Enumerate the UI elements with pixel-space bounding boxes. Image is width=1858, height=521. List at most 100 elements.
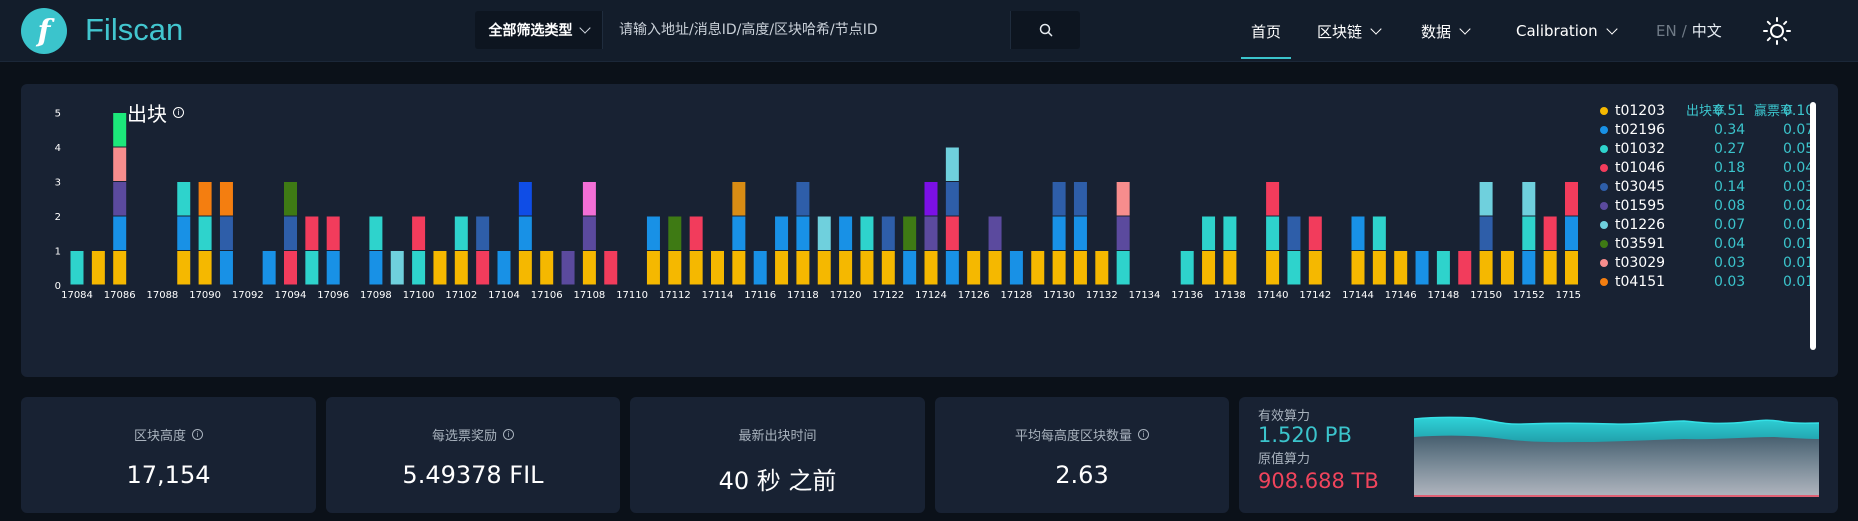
bar-segment[interactable] [1095,251,1109,285]
bar-segment[interactable] [1522,251,1536,285]
bar-segment[interactable] [796,182,810,216]
search-input[interactable] [603,11,1010,49]
bar-segment[interactable] [1372,216,1386,251]
lang-zh[interactable]: 中文 [1692,22,1722,40]
bar-segment[interactable] [924,216,938,251]
bar-segment[interactable] [1308,251,1322,285]
bar-segment[interactable] [945,182,959,216]
bar-segment[interactable] [945,251,959,285]
bar-segment[interactable] [1458,251,1472,285]
info-icon[interactable]: i [192,429,203,440]
bar-segment[interactable] [1180,251,1194,285]
bar-segment[interactable] [1522,216,1536,251]
bar-segment[interactable] [582,251,596,285]
bar-segment[interactable] [775,216,789,251]
bar-segment[interactable] [711,251,724,285]
bar-segment[interactable] [817,216,831,251]
bar-segment[interactable] [177,251,191,285]
nav-data[interactable]: 数据 [1421,0,1471,62]
bar-segment[interactable] [198,216,212,251]
bar-segment[interactable] [1223,216,1237,251]
bar-segment[interactable] [1479,216,1493,251]
bar-segment[interactable] [796,251,810,285]
bar-segment[interactable] [1223,251,1237,285]
bar-segment[interactable] [476,251,490,285]
bar-segment[interactable] [326,251,340,285]
bar-segment[interactable] [1565,216,1578,251]
bar-segment[interactable] [775,251,789,285]
bar-segment[interactable] [732,216,746,251]
bar-segment[interactable] [1073,216,1087,251]
bar-segment[interactable] [839,251,853,285]
bar-segment[interactable] [390,251,404,285]
bar-segment[interactable] [924,251,938,285]
brand-name[interactable]: Filscan [85,12,183,48]
bar-segment[interactable] [497,251,511,285]
bar-segment[interactable] [732,182,746,216]
bar-segment[interactable] [1202,251,1216,285]
bar-segment[interactable] [604,251,618,285]
bar-segment[interactable] [177,216,191,251]
bar-segment[interactable] [1372,251,1386,285]
bar-segment[interactable] [1266,251,1280,285]
filter-type-select[interactable]: 全部筛选类型 [475,11,603,49]
bar-segment[interactable] [219,251,233,285]
bar-segment[interactable] [198,182,212,216]
bar-segment[interactable] [1202,216,1216,251]
bar-segment[interactable] [1116,216,1130,251]
legend-item-t03029[interactable]: t03029 0.03 0.01 [1600,254,1814,272]
bar-segment[interactable] [1479,251,1493,285]
bar-segment[interactable] [540,251,554,285]
bar-segment[interactable] [284,182,297,216]
bar-segment[interactable] [1543,216,1557,251]
bar-segment[interactable] [369,251,383,285]
bar-segment[interactable] [518,251,532,285]
bar-segment[interactable] [881,216,895,251]
bar-segment[interactable] [646,216,660,251]
bar-segment[interactable] [1522,182,1536,216]
bar-segment[interactable] [433,251,447,285]
bar-segment[interactable] [1052,251,1066,285]
bar-segment[interactable] [924,182,938,216]
legend-item-t02196[interactable]: t02196 0.34 0.07 [1600,121,1814,139]
info-icon[interactable]: i [1138,429,1149,440]
bar-segment[interactable] [967,251,981,285]
bar-segment[interactable] [1394,251,1408,285]
bar-segment[interactable] [1351,216,1365,251]
bar-segment[interactable] [284,216,297,251]
bar-segment[interactable] [561,251,575,285]
info-icon[interactable]: i [503,429,514,440]
bar-segment[interactable] [305,251,319,285]
bar-segment[interactable] [1052,216,1066,251]
bar-segment[interactable] [198,251,212,285]
nav-network[interactable]: Calibration [1516,0,1618,62]
bar-segment[interactable] [219,182,233,216]
legend-item-t01046[interactable]: t01046 0.18 0.04 [1600,159,1814,177]
bar-segment[interactable] [113,182,127,216]
bar-segment[interactable] [839,216,853,251]
bar-segment[interactable] [860,251,874,285]
bar-segment[interactable] [582,216,596,251]
bar-segment[interactable] [1415,251,1429,285]
bar-segment[interactable] [284,251,297,285]
bar-segment[interactable] [860,216,874,251]
legend-item-t01226[interactable]: t01226 0.07 0.01 [1600,216,1814,234]
bar-segment[interactable] [70,251,84,285]
search-button[interactable] [1010,11,1080,49]
bar-segment[interactable] [1351,251,1365,285]
nav-blockchain[interactable]: 区块链 [1317,0,1382,62]
bar-segment[interactable] [1543,251,1557,285]
bar-segment[interactable] [1308,216,1322,251]
legend-item-t03045[interactable]: t03045 0.14 0.03 [1600,178,1814,196]
bar-segment[interactable] [113,216,127,251]
bar-segment[interactable] [945,216,959,251]
bar-segment[interactable] [668,251,682,285]
bar-segment[interactable] [91,251,105,285]
bar-segment[interactable] [668,216,682,251]
bar-segment[interactable] [817,251,831,285]
bar-segment[interactable] [1565,182,1578,216]
bar-segment[interactable] [1500,251,1514,285]
bar-segment[interactable] [1436,251,1450,285]
bar-segment[interactable] [412,216,426,251]
bar-segment[interactable] [945,147,959,182]
